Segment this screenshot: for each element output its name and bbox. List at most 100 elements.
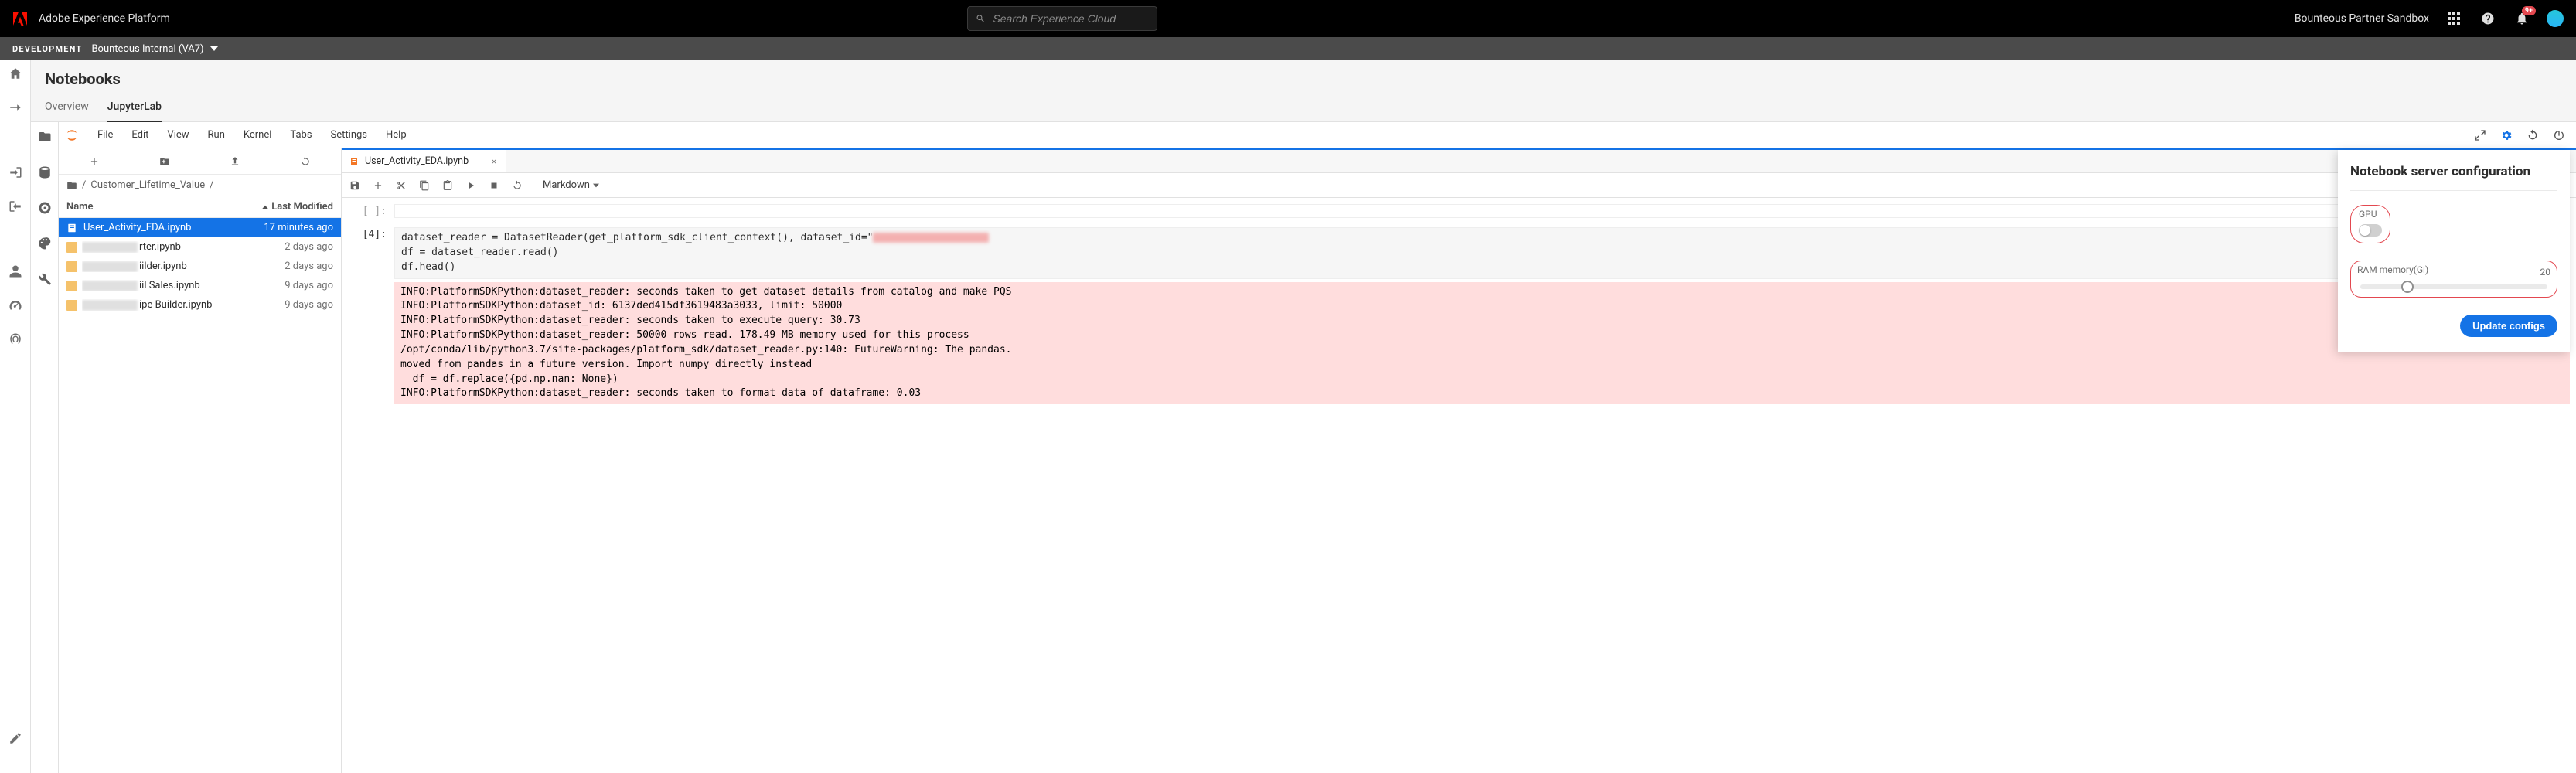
cut-icon[interactable] bbox=[396, 180, 407, 191]
ram-label: RAM memory(Gi) bbox=[2357, 264, 2428, 275]
tab-jupyterlab[interactable]: JupyterLab bbox=[107, 94, 162, 122]
close-tab-icon[interactable] bbox=[490, 158, 498, 165]
file-row[interactable]: rter.ipynb2 days ago bbox=[59, 237, 341, 257]
notebook-toolbar: Markdown bbox=[342, 173, 2576, 198]
page-tabs: Overview JupyterLab bbox=[45, 94, 2562, 121]
stop-icon[interactable] bbox=[489, 180, 499, 191]
gear-icon[interactable] bbox=[2500, 129, 2513, 141]
file-row[interactable]: User_Activity_EDA.ipynb17 minutes ago bbox=[59, 218, 341, 237]
cell-type-selector[interactable]: Markdown bbox=[543, 179, 599, 191]
gpu-label: GPU bbox=[2359, 209, 2382, 220]
menu-help[interactable]: Help bbox=[378, 124, 414, 145]
chevron-down-icon bbox=[210, 45, 218, 53]
search-input[interactable] bbox=[993, 12, 1148, 25]
run-icon[interactable] bbox=[465, 180, 476, 191]
left-nav-rail bbox=[0, 60, 31, 773]
gauge-icon[interactable] bbox=[9, 298, 22, 312]
notifications-button[interactable]: 9+ bbox=[2513, 9, 2531, 28]
page-title: Notebooks bbox=[45, 70, 2562, 88]
expand-icon[interactable] bbox=[2474, 129, 2486, 141]
copy-icon[interactable] bbox=[419, 180, 430, 191]
menu-view[interactable]: View bbox=[159, 124, 196, 145]
wrench-icon[interactable] bbox=[38, 272, 52, 286]
file-row[interactable]: iilder.ipynb2 days ago bbox=[59, 257, 341, 276]
ram-slider[interactable] bbox=[2357, 280, 2550, 289]
notebook-cell-empty[interactable]: [ ]: bbox=[342, 203, 2576, 220]
code-body[interactable]: dataset_reader = DatasetReader(get_platf… bbox=[394, 227, 2570, 279]
refresh-list-icon[interactable] bbox=[300, 156, 311, 167]
menu-edit[interactable]: Edit bbox=[124, 124, 156, 145]
jupyter-logo-icon bbox=[65, 128, 79, 142]
file-name: User_Activity_EDA.ipynb bbox=[83, 222, 233, 233]
menu-run[interactable]: Run bbox=[200, 124, 233, 145]
environment-bar: DEVELOPMENT Bounteous Internal (VA7) bbox=[0, 37, 2576, 60]
apps-switcher[interactable] bbox=[2445, 9, 2463, 28]
notebook-code-cell[interactable]: [4]: dataset_reader = DatasetReader(get_… bbox=[342, 226, 2576, 281]
edit-icon[interactable] bbox=[9, 731, 22, 745]
ram-highlight-ring: RAM memory(Gi) 20 bbox=[2350, 261, 2557, 298]
upload-icon[interactable] bbox=[230, 156, 240, 167]
file-row[interactable]: ipe Builder.ipynb9 days ago bbox=[59, 295, 341, 315]
global-search[interactable] bbox=[967, 6, 1157, 31]
sandbox-selector[interactable]: Bounteous Internal (VA7) bbox=[91, 43, 217, 55]
target-icon[interactable] bbox=[38, 201, 52, 215]
new-folder-icon[interactable] bbox=[159, 156, 170, 167]
crumb-seg: / bbox=[82, 179, 86, 191]
crumb-seg[interactable]: Customer_Lifetime_Value bbox=[90, 179, 205, 191]
output-body: INFO:PlatformSDKPython:dataset_reader: s… bbox=[394, 282, 2570, 405]
notification-badge: 9+ bbox=[2522, 6, 2536, 15]
file-name: iilder.ipynb bbox=[82, 261, 233, 272]
new-file-icon[interactable] bbox=[89, 156, 100, 167]
help-button[interactable] bbox=[2479, 9, 2497, 28]
crumb-seg: / bbox=[210, 179, 213, 191]
update-configs-button[interactable]: Update configs bbox=[2460, 315, 2557, 337]
user-icon[interactable] bbox=[9, 264, 22, 278]
org-name[interactable]: Bounteous Partner Sandbox bbox=[2295, 12, 2429, 25]
file-browser: / Customer_Lifetime_Value / Name Last Mo… bbox=[59, 148, 342, 773]
breadcrumb[interactable]: / Customer_Lifetime_Value / bbox=[59, 175, 341, 196]
global-header: Adobe Experience Platform Bounteous Part… bbox=[0, 0, 2576, 37]
notebook-file-icon bbox=[349, 157, 359, 166]
menu-file[interactable]: File bbox=[90, 124, 121, 145]
gpu-highlight-ring: GPU bbox=[2350, 205, 2390, 243]
file-thumb-icon bbox=[66, 242, 77, 253]
logout-icon[interactable] bbox=[9, 199, 22, 213]
folder-icon[interactable] bbox=[38, 130, 52, 144]
connector-icon[interactable] bbox=[9, 100, 22, 114]
tab-overview[interactable]: Overview bbox=[45, 94, 89, 122]
home-icon[interactable] bbox=[9, 66, 22, 80]
notebook-tab-label: User_Activity_EDA.ipynb bbox=[365, 155, 469, 167]
file-row[interactable]: iil Sales.ipynb9 days ago bbox=[59, 276, 341, 295]
output-prompt bbox=[348, 282, 394, 405]
config-title: Notebook server configuration bbox=[2350, 164, 2557, 179]
menu-settings[interactable]: Settings bbox=[323, 124, 375, 145]
file-modified: 2 days ago bbox=[233, 261, 333, 272]
gpu-toggle[interactable] bbox=[2359, 224, 2382, 237]
power-icon[interactable] bbox=[2553, 129, 2565, 141]
col-modified-header[interactable]: Last Modified bbox=[233, 201, 333, 213]
chevron-down-icon bbox=[593, 182, 599, 189]
fingerprint-icon[interactable] bbox=[9, 332, 22, 346]
menu-tabs[interactable]: Tabs bbox=[282, 124, 319, 145]
palette-icon[interactable] bbox=[38, 237, 52, 250]
restart-icon[interactable] bbox=[512, 180, 523, 191]
folder-crumb-icon bbox=[66, 180, 77, 191]
save-icon[interactable] bbox=[349, 180, 360, 191]
login-icon[interactable] bbox=[9, 165, 22, 179]
paste-icon[interactable] bbox=[442, 180, 453, 191]
menu-kernel[interactable]: Kernel bbox=[236, 124, 280, 145]
refresh-icon[interactable] bbox=[2527, 129, 2539, 141]
help-icon bbox=[2481, 12, 2495, 26]
user-avatar[interactable] bbox=[2547, 10, 2564, 27]
app-title: Adobe Experience Platform bbox=[39, 12, 170, 25]
col-name-header[interactable]: Name bbox=[66, 201, 233, 213]
file-modified: 9 days ago bbox=[233, 280, 333, 291]
database-icon[interactable] bbox=[38, 165, 52, 179]
file-modified: 9 days ago bbox=[233, 299, 333, 311]
sort-asc-icon bbox=[262, 204, 268, 210]
sandbox-name: Bounteous Internal (VA7) bbox=[91, 43, 203, 55]
ram-value: 20 bbox=[2540, 267, 2551, 278]
notebook-tab[interactable]: User_Activity_EDA.ipynb bbox=[342, 150, 506, 172]
file-modified: 17 minutes ago bbox=[233, 222, 333, 233]
add-cell-icon[interactable] bbox=[373, 180, 383, 191]
